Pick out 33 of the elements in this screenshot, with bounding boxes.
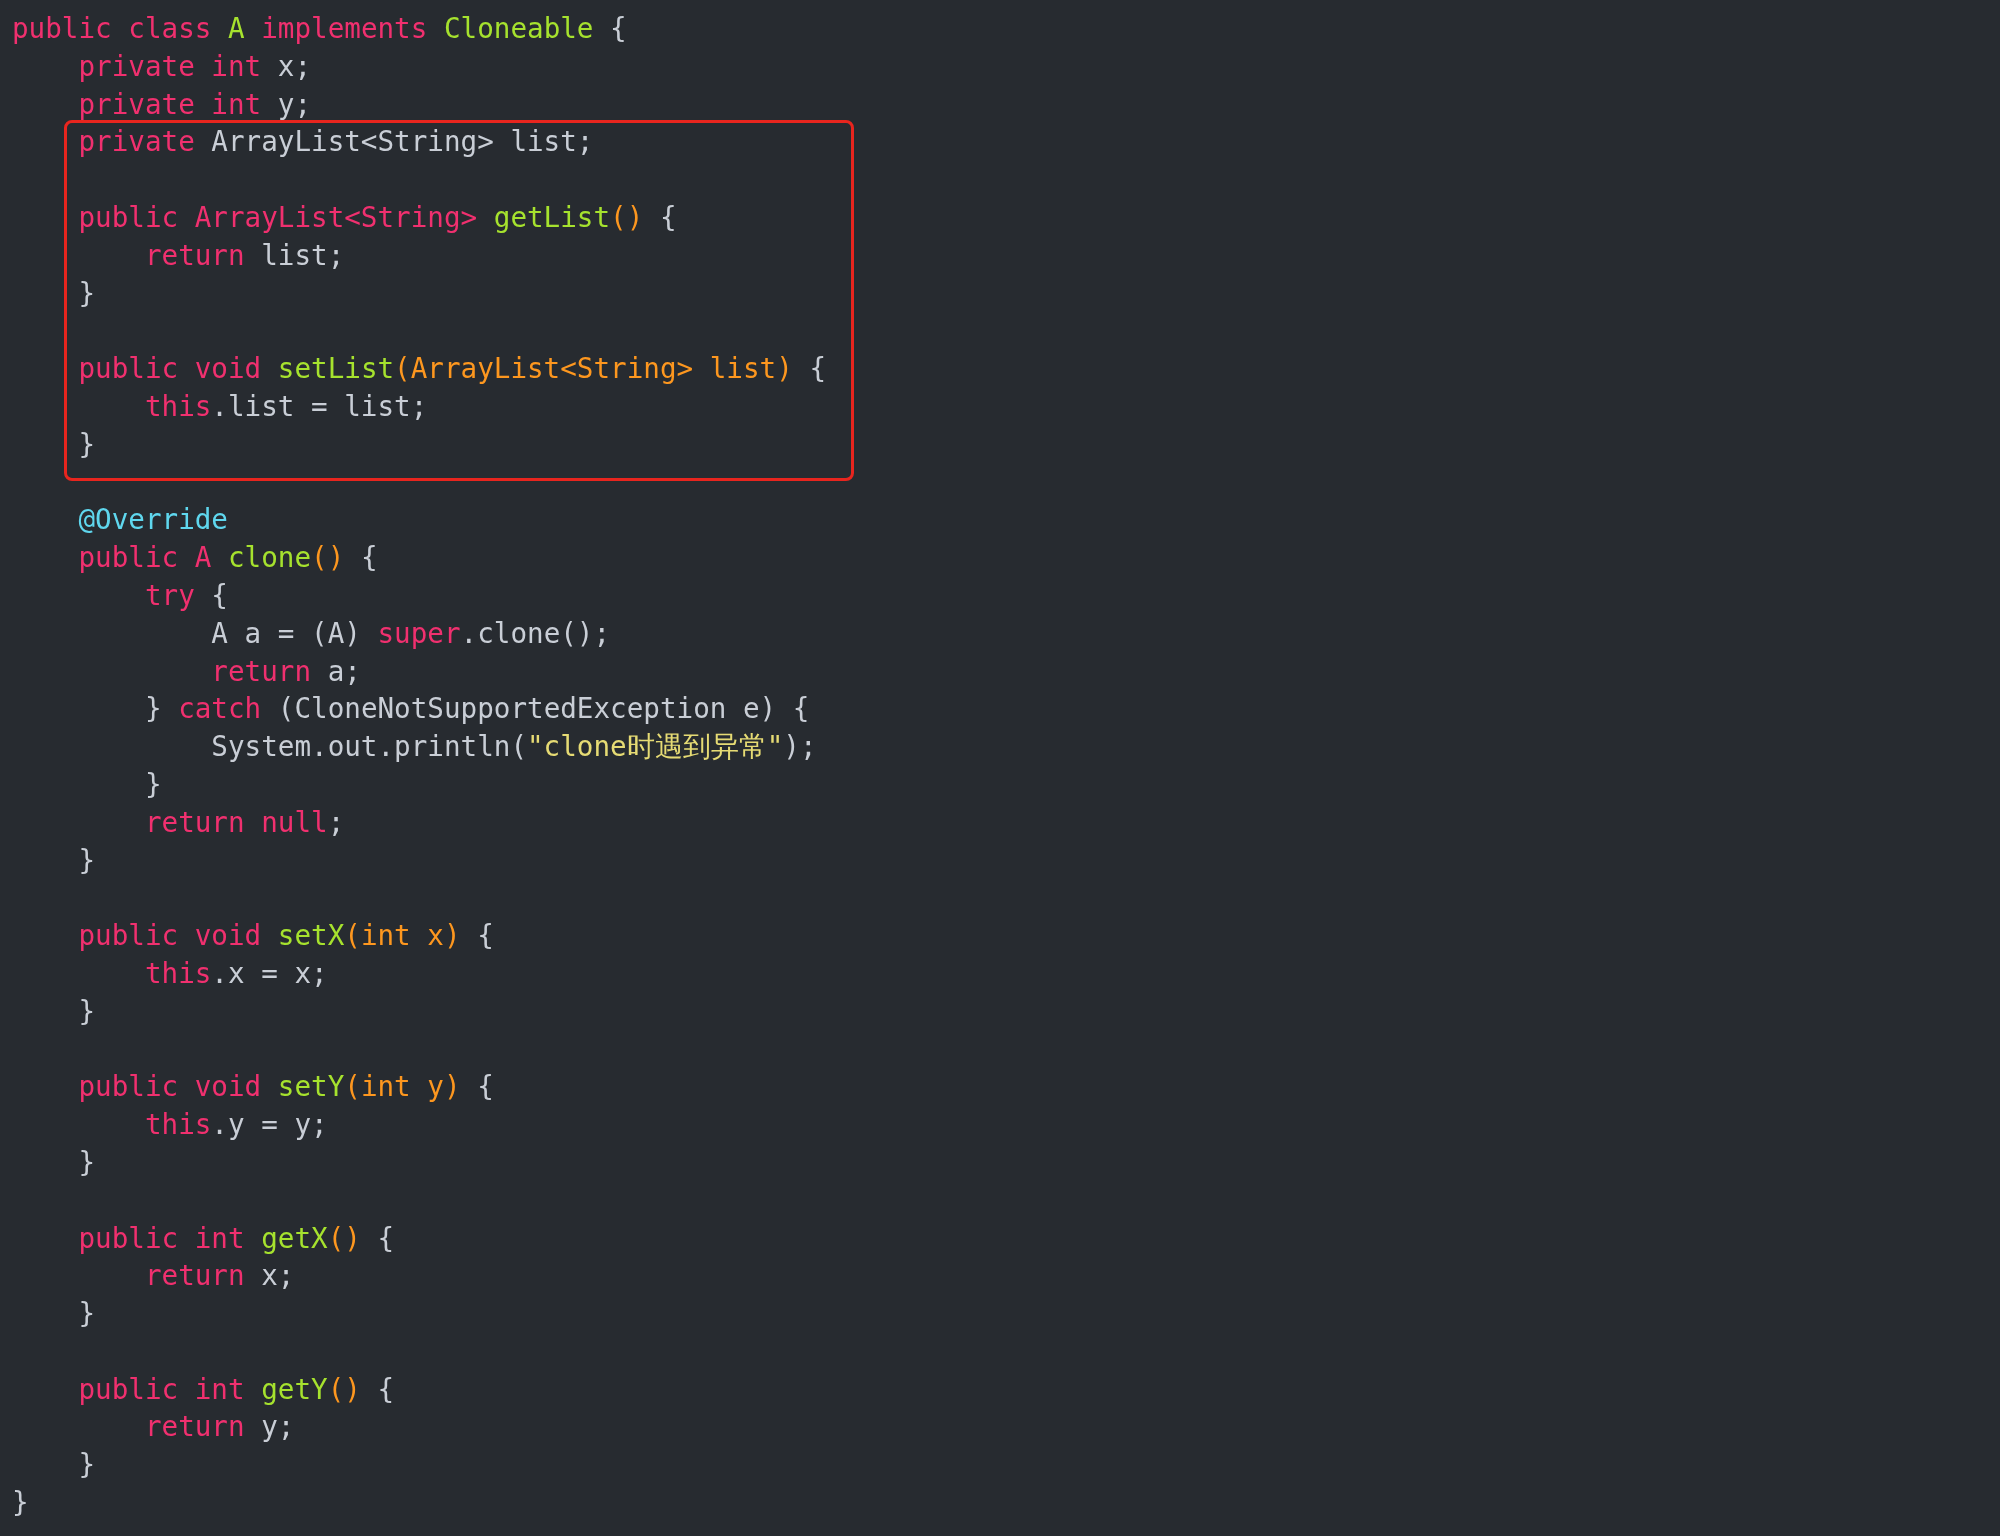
code-line: return list;: [143, 237, 345, 274]
code-line: public class A implements Cloneable {: [12, 11, 627, 47]
code-line: this.x = x;: [143, 955, 328, 992]
code-line: } catch (CloneNotSupportedException e) {: [143, 691, 810, 728]
code-line: public A clone() {: [77, 540, 378, 577]
code-line: }: [12, 1485, 29, 1522]
code-line: }: [77, 842, 96, 879]
code-line: public void setList(ArrayList<String> list) {: [77, 351, 827, 388]
code-line: return y;: [143, 1409, 295, 1446]
code-line: return x;: [143, 1258, 295, 1295]
code-line: }: [143, 766, 162, 803]
code-line: public void setX(int x) {: [77, 918, 494, 955]
code-line: @Override: [77, 502, 228, 539]
code-line: }: [77, 1447, 96, 1484]
code-line: }: [77, 993, 96, 1030]
code-line: public int getY() {: [77, 1371, 395, 1408]
code-line: public void setY(int y) {: [77, 1069, 494, 1106]
code-line: private int x;: [77, 48, 312, 85]
code-line: System.out.println("clone时遇到异常");: [210, 729, 817, 766]
code-line: public int getX() {: [77, 1220, 395, 1257]
code-line: return null;: [143, 804, 345, 841]
code-line: private int y;: [77, 86, 312, 123]
code-line: private ArrayList<String> list;: [77, 124, 594, 161]
code-line: }: [77, 1144, 96, 1181]
code-line: }: [77, 275, 96, 312]
code-line: }: [77, 1296, 96, 1333]
code-line: this.list = list;: [143, 388, 428, 425]
code-line: return a;: [210, 653, 361, 690]
code-line: }: [77, 426, 96, 463]
code-line: try {: [143, 577, 228, 614]
code-line: this.y = y;: [143, 1107, 328, 1144]
code-line: A a = (A) super.clone();: [210, 615, 611, 652]
code-line: public ArrayList<String> getList() {: [77, 200, 677, 236]
